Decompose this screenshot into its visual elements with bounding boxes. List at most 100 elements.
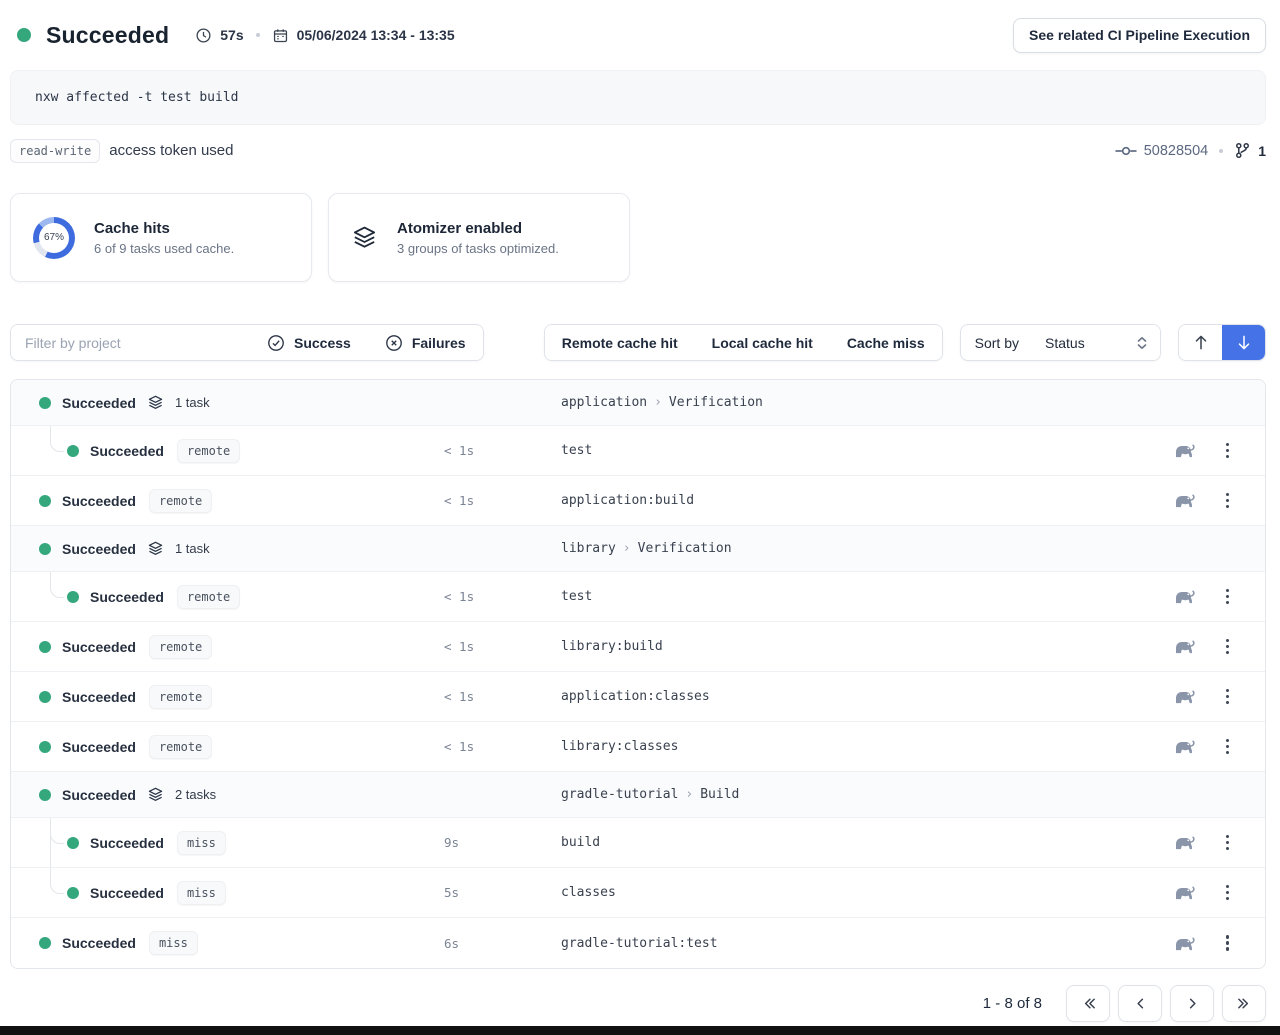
command-box: nxw affected -t test build <box>10 70 1266 125</box>
status-dot <box>67 887 79 899</box>
kebab-menu-button[interactable] <box>1222 489 1234 513</box>
filter-by-project-input[interactable] <box>11 325 250 360</box>
kebab-menu-button[interactable] <box>1222 735 1234 759</box>
cache-status-badge: miss <box>177 881 226 905</box>
cache-status-badge: miss <box>177 831 226 855</box>
task-row[interactable]: Succeeded remote < 1sapplication:build <box>11 476 1265 526</box>
last-page-button[interactable] <box>1222 985 1266 1022</box>
filter-toolbar: Success Failures Remote cache hit Local … <box>10 324 1266 361</box>
vcs-info: 50828504 1 <box>1115 142 1266 159</box>
commit-icon <box>1115 145 1137 157</box>
status-label: Succeeded <box>90 589 164 605</box>
cache-status-badge: remote <box>177 439 240 463</box>
kebab-menu-button[interactable] <box>1222 685 1234 709</box>
kebab-menu-button[interactable] <box>1222 831 1234 855</box>
access-token-text: access token used <box>109 142 233 159</box>
access-token-badge: read-write <box>10 139 100 163</box>
card-subtitle: 6 of 9 tasks used cache. <box>94 241 234 256</box>
run-meta: 57s 05/06/2024 13:34 - 13:35 <box>195 27 454 44</box>
task-group-row[interactable]: Succeeded1 taskapplication›Verification <box>11 380 1265 426</box>
status-dot <box>67 591 79 603</box>
branch-icon <box>1234 142 1251 159</box>
gradle-icon[interactable] <box>1172 589 1195 604</box>
task-row[interactable]: Succeededremote< 1sapplication:classes <box>11 672 1265 722</box>
task-row[interactable]: Succeededremote< 1stest <box>11 426 1265 476</box>
sort-control: Sort by Status <box>960 324 1161 361</box>
gradle-icon[interactable] <box>1172 443 1195 458</box>
atomizer-group-icon <box>147 786 164 803</box>
sort-select[interactable]: Status <box>1033 325 1160 360</box>
status-dot <box>39 495 51 507</box>
cache-miss-button[interactable]: Cache miss <box>830 325 942 360</box>
first-page-button[interactable] <box>1066 985 1110 1022</box>
pagination: 1 - 8 of 8 <box>10 985 1266 1022</box>
status-label: Succeeded <box>62 493 136 509</box>
task-list: Succeeded1 taskapplication›VerificationS… <box>10 379 1266 969</box>
card-subtitle: 3 groups of tasks optimized. <box>397 241 559 256</box>
kebab-menu-button[interactable] <box>1222 931 1234 955</box>
task-row[interactable]: Succeededmiss5sclasses <box>11 868 1265 918</box>
related-ci-pipeline-button[interactable]: See related CI Pipeline Execution <box>1013 18 1266 53</box>
task-name: library:build <box>536 639 1153 654</box>
separator-dot <box>1219 149 1223 153</box>
gradle-icon[interactable] <box>1172 739 1195 754</box>
breadcrumb-separator: › <box>647 395 669 410</box>
gradle-icon[interactable] <box>1172 689 1195 704</box>
cache-status-badge: remote <box>177 585 240 609</box>
status-label: Succeeded <box>62 639 136 655</box>
task-row[interactable]: Succeededremote< 1slibrary:build <box>11 622 1265 672</box>
project-name: application <box>561 395 647 410</box>
remote-cache-hit-button[interactable]: Remote cache hit <box>545 325 695 360</box>
task-row[interactable]: Succeededmiss6sgradle-tutorial:test <box>11 918 1265 968</box>
gradle-icon[interactable] <box>1172 639 1195 654</box>
task-duration: 6s <box>426 936 536 951</box>
commit-number[interactable]: 50828504 <box>1144 143 1209 159</box>
task-duration: < 1s <box>426 589 536 604</box>
task-group-row[interactable]: Succeeded2 tasksgradle-tutorial›Build <box>11 772 1265 818</box>
status-dot <box>17 28 31 42</box>
previous-page-button[interactable] <box>1118 985 1162 1022</box>
task-duration: < 1s <box>426 493 536 508</box>
task-duration: 9s <box>426 835 536 850</box>
failures-filter-button[interactable]: Failures <box>368 325 483 360</box>
status-label: Succeeded <box>62 689 136 705</box>
task-row[interactable]: Succeededremote< 1stest <box>11 572 1265 622</box>
atomizer-group-icon <box>147 540 164 557</box>
status-label: Succeeded <box>90 835 164 851</box>
gradle-icon[interactable] <box>1172 493 1195 508</box>
next-page-button[interactable] <box>1170 985 1214 1022</box>
x-circle-icon <box>385 334 403 352</box>
sort-descending-button[interactable] <box>1222 325 1265 360</box>
summary-cards: 67% Cache hits 6 of 9 tasks used cache. … <box>10 193 1266 282</box>
chevron-updown-icon <box>1136 336 1148 350</box>
kebab-menu-button[interactable] <box>1222 881 1234 905</box>
sort-ascending-button[interactable] <box>1179 325 1222 360</box>
sort-direction-group <box>1178 324 1266 361</box>
status-label: Succeeded <box>62 787 136 803</box>
cache-status-badge: remote <box>149 489 212 513</box>
kebab-menu-button[interactable] <box>1222 439 1234 463</box>
local-cache-hit-button[interactable]: Local cache hit <box>695 325 830 360</box>
sort-by-label: Sort by <box>961 325 1033 360</box>
cache-status-badge: miss <box>149 931 198 955</box>
task-row[interactable]: Succeededmiss9sbuild <box>11 818 1265 868</box>
gradle-icon[interactable] <box>1172 885 1195 900</box>
project-name: library <box>561 541 616 556</box>
gradle-icon[interactable] <box>1172 835 1195 850</box>
status-dot <box>67 837 79 849</box>
token-row: read-write access token used 50828504 1 <box>10 137 1266 164</box>
page-title: Succeeded <box>46 22 169 49</box>
task-name: application:build <box>536 493 1153 508</box>
clock-icon <box>195 27 212 44</box>
task-name: library:classes <box>536 739 1153 754</box>
double-chevron-right-icon <box>1236 995 1253 1012</box>
project-breadcrumb: gradle-tutorial›Build <box>536 787 1153 802</box>
window-bottom-edge <box>0 1026 1280 1035</box>
success-filter-button[interactable]: Success <box>250 325 368 360</box>
task-group-row[interactable]: Succeeded1 tasklibrary›Verification <box>11 526 1265 572</box>
kebab-menu-button[interactable] <box>1222 585 1234 609</box>
kebab-menu-button[interactable] <box>1222 635 1234 659</box>
target-group-name: Verification <box>638 541 732 556</box>
gradle-icon[interactable] <box>1172 936 1195 951</box>
task-row[interactable]: Succeededremote< 1slibrary:classes <box>11 722 1265 772</box>
